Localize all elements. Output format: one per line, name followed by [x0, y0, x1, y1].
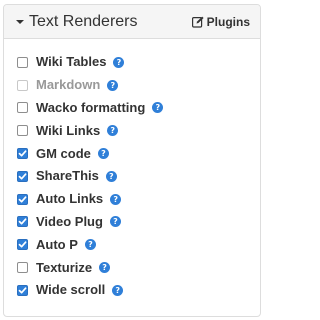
renderer-checkbox[interactable]	[17, 284, 28, 296]
renderer-label[interactable]: Wiki Tables	[36, 54, 106, 70]
renderer-checkbox[interactable]	[17, 193, 28, 205]
renderer-row: GM code?	[17, 142, 163, 165]
plugins-label[interactable]: Plugins	[207, 14, 250, 30]
renderer-checkbox[interactable]	[17, 125, 28, 137]
panel-title[interactable]: Text Renderers	[29, 12, 138, 32]
renderer-label[interactable]: Wide scroll	[36, 282, 105, 298]
renderer-label[interactable]: Auto Links	[36, 191, 103, 207]
question-circle-icon[interactable]: ?	[107, 125, 119, 137]
plugins-button[interactable]: Plugins	[191, 14, 250, 30]
checkmark-icon	[18, 173, 27, 180]
question-circle-icon[interactable]: ?	[107, 79, 119, 91]
text-renderers-panel: Text Renderers Plugins Wiki Tables? Markd…	[3, 4, 261, 317]
renderer-checkbox[interactable]	[17, 170, 28, 182]
renderer-label[interactable]: Wiki Links	[36, 123, 100, 139]
renderer-label[interactable]: Texturize	[36, 260, 92, 276]
panel-header[interactable]: Text Renderers Plugins	[4, 5, 260, 39]
question-circle-icon[interactable]: ?	[109, 216, 121, 228]
renderer-label[interactable]: ShareThis	[36, 168, 99, 184]
checkmark-icon	[18, 241, 27, 248]
checkmark-icon	[18, 218, 27, 226]
renderer-row: ShareThis?	[17, 165, 163, 188]
question-circle-icon[interactable]: ?	[99, 262, 111, 274]
renderer-row: Wiki Links?	[17, 119, 163, 142]
renderer-label[interactable]: Wacko formatting	[36, 100, 145, 116]
renderer-checkbox[interactable]	[17, 148, 28, 160]
renderer-row: Markdown?	[17, 74, 163, 97]
renderer-row: Auto P?	[17, 233, 163, 256]
renderer-row: Wide scroll?	[17, 279, 163, 302]
renderer-label: Markdown	[36, 77, 101, 93]
renderer-checkbox[interactable]	[17, 262, 28, 274]
checkmark-icon	[18, 287, 27, 294]
question-circle-icon[interactable]: ?	[110, 193, 122, 205]
question-circle-icon[interactable]: ?	[152, 102, 164, 114]
edit-icon	[191, 16, 204, 28]
checkmark-icon	[18, 196, 27, 203]
renderer-row: Video Plug?	[17, 211, 163, 234]
checkmark-icon	[18, 150, 27, 157]
renderer-checkbox[interactable]	[17, 239, 28, 251]
renderer-row: Wacko formatting?	[17, 97, 164, 120]
renderer-row: Texturize?	[17, 256, 163, 279]
question-circle-icon[interactable]: ?	[97, 148, 109, 160]
renderer-checkbox[interactable]	[17, 56, 28, 68]
renderer-checkbox[interactable]	[17, 216, 28, 228]
question-circle-icon[interactable]: ?	[112, 284, 124, 296]
renderer-row: Wiki Tables?	[17, 51, 163, 74]
question-circle-icon[interactable]: ?	[105, 170, 117, 182]
renderer-checkbox	[17, 79, 28, 91]
renderer-list: Wiki Tables? Markdown? Wacko formatting? Wi…	[17, 51, 164, 302]
renderer-checkbox[interactable]	[17, 102, 28, 114]
renderer-label[interactable]: GM code	[36, 146, 91, 162]
caret-down-icon[interactable]	[16, 20, 24, 24]
question-circle-icon[interactable]: ?	[113, 56, 125, 68]
question-circle-icon[interactable]: ?	[84, 239, 96, 251]
renderer-row: Auto Links?	[17, 188, 163, 211]
renderer-label[interactable]: Auto P	[36, 237, 78, 253]
renderer-label[interactable]: Video Plug	[36, 214, 103, 230]
